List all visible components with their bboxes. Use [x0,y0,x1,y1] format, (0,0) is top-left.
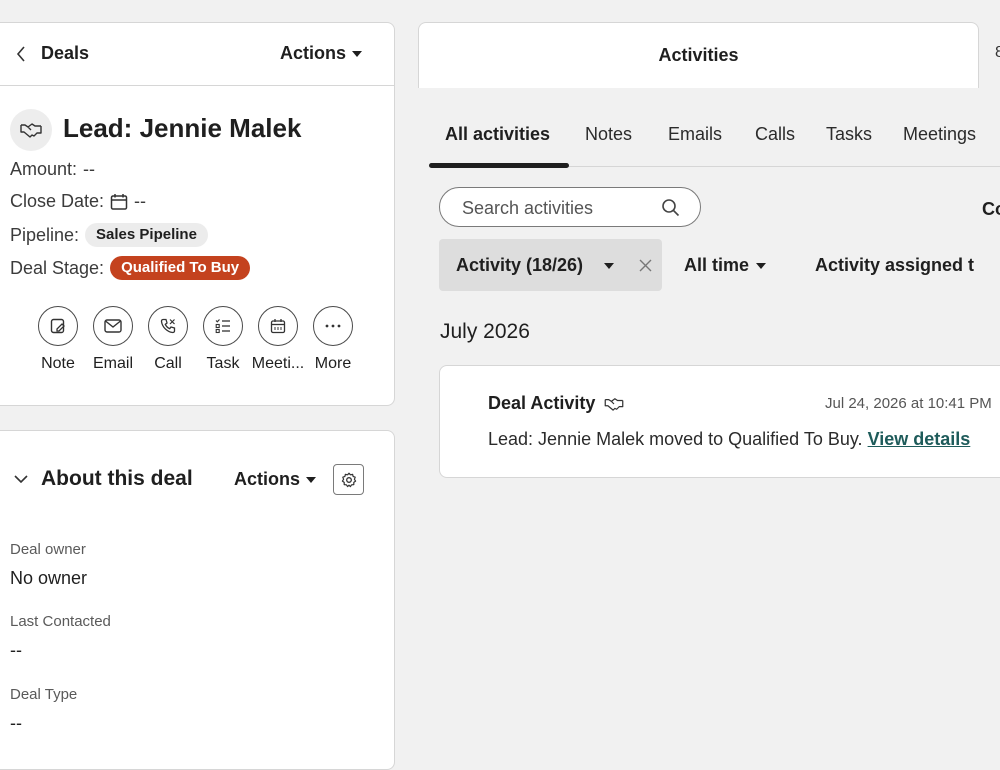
envelope-icon [93,306,133,346]
tab-activities-label: Activities [658,45,739,65]
deal-activity-card[interactable]: Deal Activity Jul 24, 2026 at 10:41 PM L… [439,365,1000,478]
activity-body: Lead: Jennie Malek moved to Qualified To… [488,429,863,449]
deal-owner-label: Deal owner [10,541,86,558]
close-date-label: Close Date: [10,191,105,211]
about-deal-title[interactable]: About this deal [41,467,193,491]
email-action-label: Email [92,355,133,372]
settings-gear-button[interactable] [333,464,364,495]
task-action-label: Task [206,355,240,372]
more-action-label: More [314,355,352,372]
handshake-icon [20,123,42,138]
tab-activities[interactable]: Activities [418,22,979,88]
deal-owner-value[interactable]: No owner [10,568,87,589]
last-contacted-label: Last Contacted [10,613,111,630]
collapse-all-link[interactable]: Co [982,199,1000,220]
activity-body-row: Lead: Jennie Malek moved to Qualified To… [488,429,970,450]
actions-label: Actions [280,43,347,63]
deal-stage-row: Deal Stage: Qualified To Buy [10,256,251,280]
note-action-label: Note [41,355,75,372]
note-action-button[interactable]: Note [29,306,87,373]
active-subtab-indicator [429,163,569,168]
more-action-button[interactable]: More [304,306,362,373]
activity-card-title[interactable]: Deal Activity [488,393,595,414]
note-edit-icon [38,306,78,346]
handshake-icon [605,397,624,411]
search-icon[interactable] [661,198,680,217]
deal-summary-card: Deals Actions Lead: Jennie Malek Amount:… [0,22,395,406]
activity-filter-label: Activity (18/26) [456,255,584,275]
phone-icon [148,306,188,346]
deal-title: Lead: Jennie Malek [63,113,302,143]
back-chevron-icon[interactable] [16,46,26,62]
gear-icon [341,472,356,487]
about-deal-card: About this deal Actions Deal owner No ow… [0,430,395,770]
subtab-tasks[interactable]: Tasks [826,124,872,145]
back-to-deals-link[interactable]: Deals [41,43,89,64]
deal-handshake-avatar [10,109,52,151]
about-actions-label: Actions [234,469,301,489]
deal-type-label: Deal Type [10,686,78,703]
clear-filter-icon[interactable] [639,259,652,272]
subtab-calls[interactable]: Calls [755,124,795,145]
deal-actions-dropdown[interactable]: Actions [280,43,363,64]
pipeline-row: Pipeline: Sales Pipeline [10,223,208,247]
calendar-icon[interactable] [110,193,128,211]
subtab-notes[interactable]: Notes [585,124,632,145]
activity-assigned-filter[interactable]: Activity assigned t [815,255,974,276]
view-details-link[interactable]: View details [868,429,971,449]
close-date-value[interactable]: -- [134,191,146,212]
subtab-meetings[interactable]: Meetings [903,124,976,145]
collapse-chevron-icon[interactable] [14,475,28,483]
subtab-emails[interactable]: Emails [668,124,722,145]
meeting-action-button[interactable]: Meeti... [249,306,307,373]
caret-down-icon [756,262,767,269]
caret-down-icon [604,263,614,269]
checklist-icon [203,306,243,346]
month-heading: July 2026 [440,320,530,343]
pipeline-badge[interactable]: Sales Pipeline [85,223,208,247]
time-filter-label: All time [684,255,750,275]
search-input[interactable]: Search activities [462,198,593,219]
call-action-button[interactable]: Call [139,306,197,373]
deal-stage-badge[interactable]: Qualified To Buy [110,256,251,280]
caret-down-icon [352,50,363,57]
meeting-action-label: Meeti... [251,355,305,372]
last-contacted-value[interactable]: -- [10,640,22,661]
header-divider [0,85,394,86]
subtab-all-activities[interactable]: All activities [445,124,550,145]
search-activities-box[interactable]: Search activities [439,187,701,227]
email-action-button[interactable]: Email [84,306,142,373]
amount-row: Amount: -- [10,159,95,180]
next-tab-fragment[interactable]: 8 [995,44,1000,62]
pipeline-label: Pipeline: [10,224,80,245]
activity-timestamp: Jul 24, 2026 at 10:41 PM [825,395,992,412]
task-action-button[interactable]: Task [194,306,252,373]
amount-label: Amount: [10,159,78,179]
calendar-icon [258,306,298,346]
time-filter-dropdown[interactable]: All time [684,255,767,276]
deal-type-value[interactable]: -- [10,713,22,734]
activity-card-header: Deal Activity [488,393,624,414]
call-action-label: Call [154,355,182,372]
activity-type-filter[interactable]: Activity (18/26) [439,239,662,291]
amount-value: -- [83,159,96,179]
deal-stage-label: Deal Stage: [10,257,105,278]
about-actions-dropdown[interactable]: Actions [234,469,317,490]
close-date-row: Close Date: -- [10,191,146,212]
caret-down-icon [306,476,317,483]
more-dots-icon [313,306,353,346]
